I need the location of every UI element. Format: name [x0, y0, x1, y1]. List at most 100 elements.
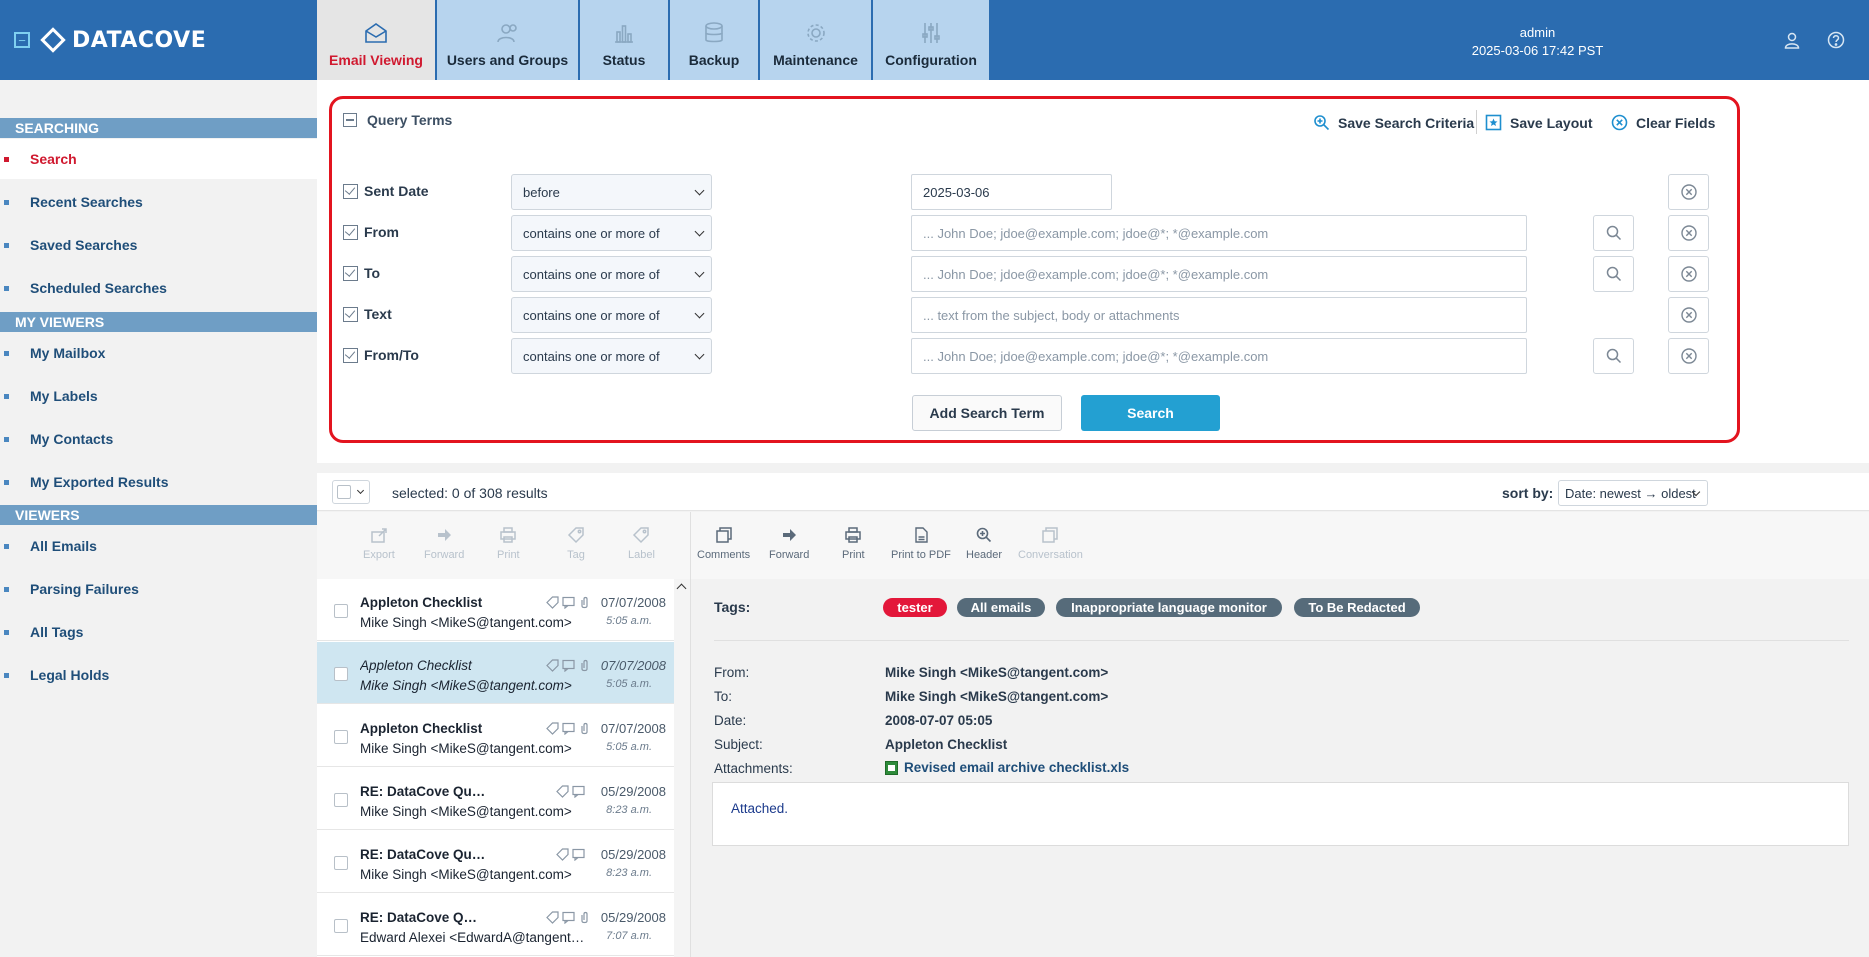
- clear-fields-button[interactable]: Clear Fields: [1611, 114, 1715, 131]
- email-row[interactable]: Appleton Checklist 07/07/2008 Mike Singh…: [317, 705, 674, 767]
- sidebar-item-scheduled-searches[interactable]: Scheduled Searches: [0, 268, 317, 308]
- comment-icon[interactable]: [562, 659, 575, 672]
- email-row[interactable]: Appleton Checklist 07/07/2008 Mike Singh…: [317, 579, 674, 641]
- scroll-up-icon[interactable]: [676, 583, 687, 594]
- tag-icon[interactable]: [556, 848, 569, 861]
- label-list-button[interactable]: Label: [628, 526, 655, 561]
- comment-icon[interactable]: [572, 785, 585, 798]
- save-search-criteria-button[interactable]: Save Search Criteria: [1313, 114, 1474, 131]
- help-icon[interactable]: [1826, 30, 1846, 50]
- tag-badge[interactable]: Inappropriate language monitor: [1056, 598, 1282, 617]
- tag-icon[interactable]: [546, 722, 559, 735]
- comment-icon[interactable]: [562, 722, 575, 735]
- forward-button[interactable]: Forward: [769, 526, 809, 561]
- sent-date-input[interactable]: 2025-03-06: [911, 174, 1112, 210]
- text-checkbox[interactable]: [343, 307, 358, 322]
- row-checkbox[interactable]: [334, 856, 348, 870]
- forward-list-button[interactable]: Forward: [424, 526, 464, 561]
- remove-text-button[interactable]: [1668, 297, 1709, 333]
- search-button[interactable]: Search: [1081, 395, 1220, 431]
- tag-icon[interactable]: [556, 785, 569, 798]
- remove-sent-date-button[interactable]: [1668, 174, 1709, 210]
- email-row[interactable]: RE: DataCove Questions 05/29/2008 Edward…: [317, 894, 674, 956]
- sidebar-item-my-contacts[interactable]: My Contacts: [0, 419, 317, 459]
- tab-email-viewing[interactable]: Email Viewing: [317, 0, 435, 80]
- sidebar-item-my-mailbox[interactable]: My Mailbox: [0, 333, 317, 373]
- select-all-dropdown[interactable]: [332, 480, 370, 504]
- from-input[interactable]: ... John Doe; jdoe@example.com; jdoe@*; …: [911, 215, 1527, 251]
- sidebar-item-parsing-failures[interactable]: Parsing Failures: [0, 569, 317, 609]
- email-row[interactable]: Appleton Checklist 07/07/2008 Mike Singh…: [317, 642, 674, 704]
- from-operator-select[interactable]: contains one or more of: [511, 215, 712, 251]
- print-list-button[interactable]: Print: [497, 526, 520, 561]
- tab-status[interactable]: Status: [580, 0, 668, 80]
- tab-users-and-groups[interactable]: Users and Groups: [437, 0, 578, 80]
- text-input[interactable]: ... text from the subject, body or attac…: [911, 297, 1527, 333]
- comments-button[interactable]: Comments: [697, 526, 750, 561]
- tag-badge[interactable]: To Be Redacted: [1294, 598, 1420, 617]
- lookup-from-button[interactable]: [1593, 215, 1634, 251]
- sent-date-checkbox[interactable]: [343, 184, 358, 199]
- comment-icon[interactable]: [572, 848, 585, 861]
- sidebar-item-all-emails[interactable]: All Emails: [0, 526, 317, 566]
- remove-from-to-button[interactable]: [1668, 338, 1709, 374]
- user-account-icon[interactable]: [1782, 30, 1802, 50]
- remove-to-button[interactable]: [1668, 256, 1709, 292]
- collapse-query-icon[interactable]: [343, 113, 357, 127]
- row-checkbox[interactable]: [334, 730, 348, 744]
- sidebar-item-search[interactable]: Search: [0, 139, 317, 179]
- sidebar-item-saved-searches[interactable]: Saved Searches: [0, 225, 317, 265]
- remove-from-button[interactable]: [1668, 215, 1709, 251]
- sidebar-item-legal-holds[interactable]: Legal Holds: [0, 655, 317, 695]
- collapse-sidebar-button[interactable]: −: [14, 32, 30, 48]
- tag-badge[interactable]: tester: [883, 598, 947, 617]
- header-button[interactable]: Header: [966, 526, 1002, 561]
- query-terms-header[interactable]: Query Terms: [343, 112, 452, 128]
- tag-icon[interactable]: [546, 596, 559, 609]
- add-search-term-button[interactable]: Add Search Term: [912, 395, 1062, 431]
- comment-icon[interactable]: [562, 596, 575, 609]
- to-operator-select[interactable]: contains one or more of: [511, 256, 712, 292]
- sidebar-item-my-exported-results[interactable]: My Exported Results: [0, 462, 317, 502]
- lookup-to-button[interactable]: [1593, 256, 1634, 292]
- sent-date-operator-select[interactable]: before: [511, 174, 712, 210]
- sidebar-item-all-tags[interactable]: All Tags: [0, 612, 317, 652]
- to-checkbox[interactable]: [343, 266, 358, 281]
- brand: − DATACOVE: [0, 0, 317, 80]
- save-layout-button[interactable]: Save Layout: [1485, 114, 1592, 131]
- tab-maintenance[interactable]: Maintenance: [760, 0, 871, 80]
- attachment-link[interactable]: Revised email archive checklist.xls: [885, 760, 1129, 775]
- tab-configuration[interactable]: Configuration: [873, 0, 989, 80]
- text-operator-select[interactable]: contains one or more of: [511, 297, 712, 333]
- from-to-operator-select[interactable]: contains one or more of: [511, 338, 712, 374]
- from-to-label: From/To: [364, 347, 419, 363]
- email-list-scrollbar[interactable]: [674, 579, 691, 957]
- from-checkbox[interactable]: [343, 225, 358, 240]
- row-checkbox[interactable]: [334, 667, 348, 681]
- export-button[interactable]: Export: [363, 526, 395, 561]
- conversation-button[interactable]: Conversation: [1018, 526, 1083, 561]
- tag-badge[interactable]: All emails: [957, 598, 1045, 617]
- email-row[interactable]: RE: DataCove Questions 05/29/2008 Mike S…: [317, 768, 674, 830]
- tab-label: Status: [602, 52, 646, 68]
- row-checkbox[interactable]: [334, 919, 348, 933]
- print-to-pdf-button[interactable]: Print to PDF: [891, 526, 951, 561]
- tag-icon[interactable]: [546, 911, 559, 924]
- comment-icon[interactable]: [562, 911, 575, 924]
- from-to-checkbox[interactable]: [343, 348, 358, 363]
- tag-icon[interactable]: [546, 659, 559, 672]
- sort-value: Date: newest → oldest: [1565, 485, 1696, 501]
- to-input[interactable]: ... John Doe; jdoe@example.com; jdoe@*; …: [911, 256, 1527, 292]
- sidebar-item-my-labels[interactable]: My Labels: [0, 376, 317, 416]
- from-to-input[interactable]: ... John Doe; jdoe@example.com; jdoe@*; …: [911, 338, 1527, 374]
- email-row[interactable]: RE: DataCove Questions 05/29/2008 Mike S…: [317, 831, 674, 893]
- select-all-checkbox[interactable]: [337, 485, 351, 499]
- print-button[interactable]: Print: [842, 526, 865, 561]
- tag-list-button[interactable]: Tag: [567, 526, 585, 561]
- row-checkbox[interactable]: [334, 604, 348, 618]
- lookup-from-to-button[interactable]: [1593, 338, 1634, 374]
- sidebar-item-recent-searches[interactable]: Recent Searches: [0, 182, 317, 222]
- tab-backup[interactable]: Backup: [670, 0, 758, 80]
- sort-select[interactable]: Date: newest → oldest: [1558, 480, 1708, 506]
- row-checkbox[interactable]: [334, 793, 348, 807]
